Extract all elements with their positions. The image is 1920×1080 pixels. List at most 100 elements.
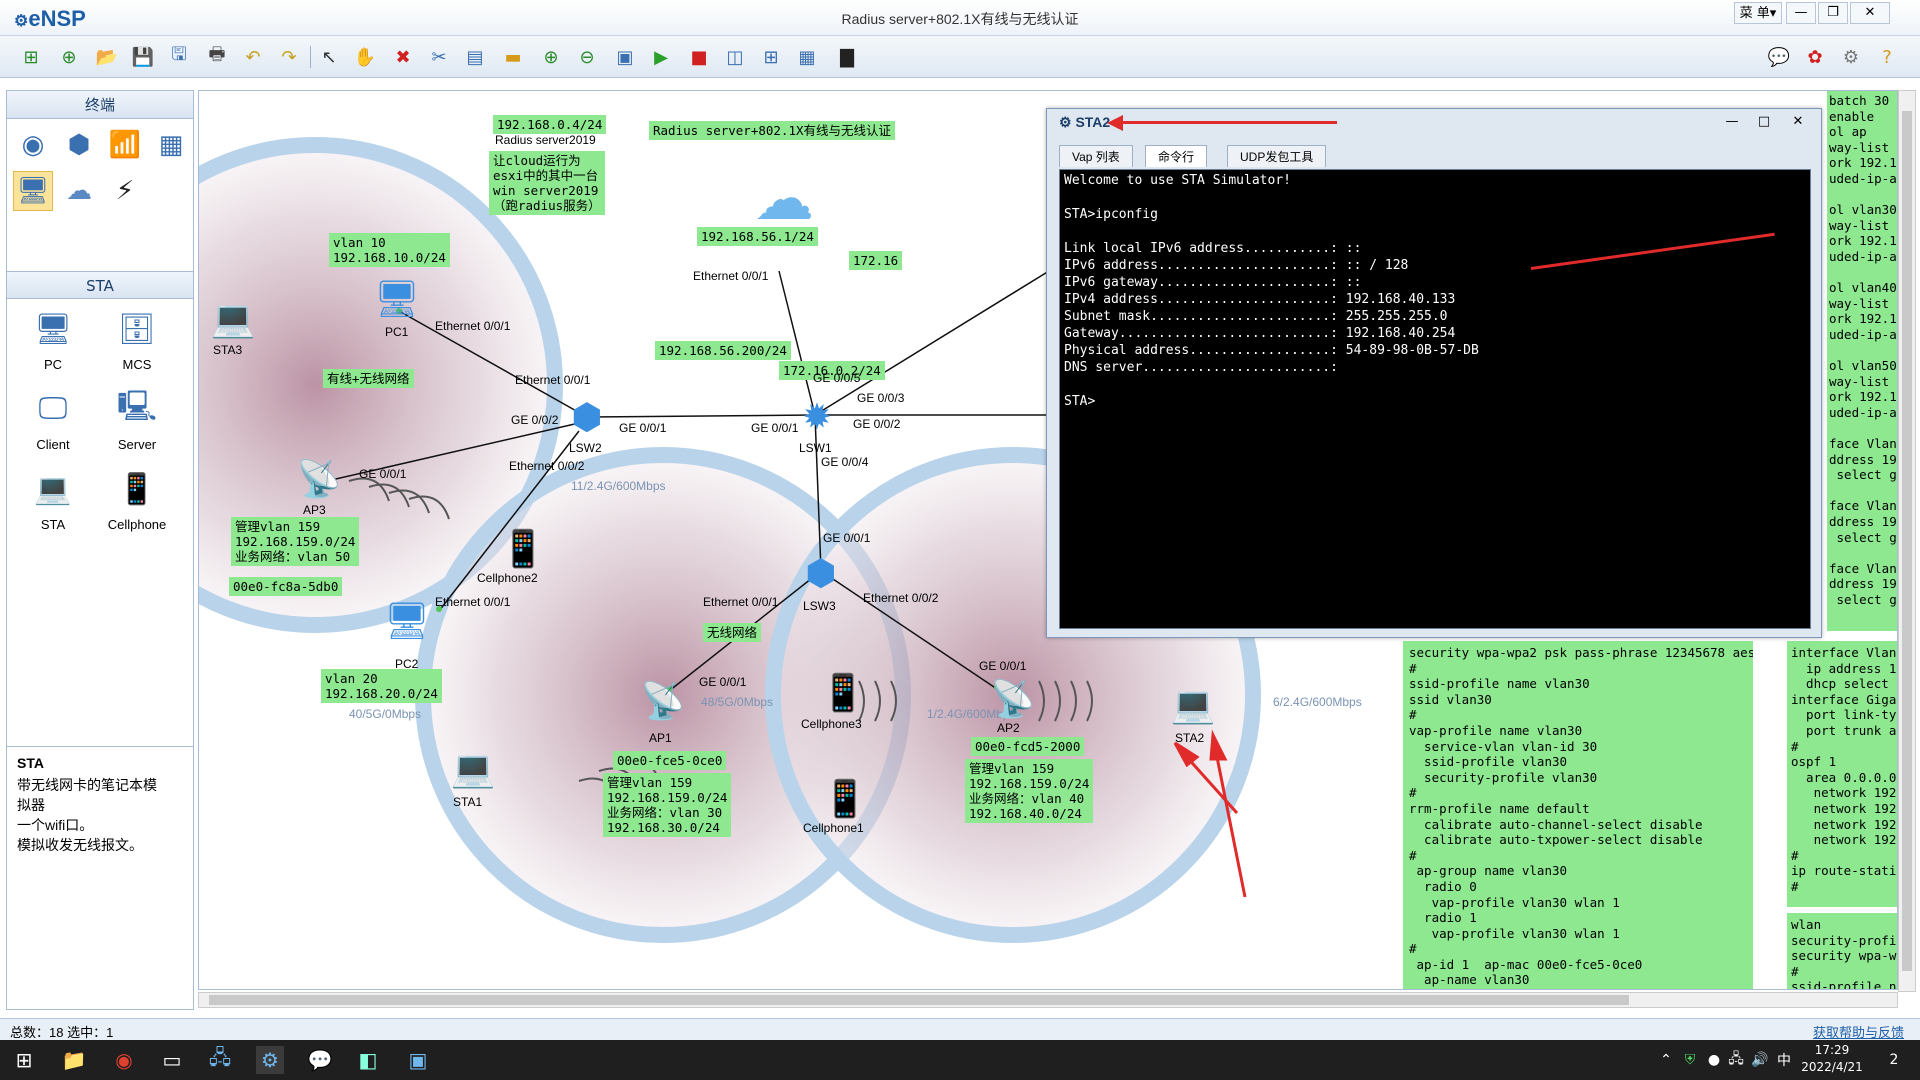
info-title: STA <box>17 755 44 771</box>
port-label: Ethernet 0/0/2 <box>509 459 585 473</box>
text-icon[interactable]: ▤ <box>462 44 488 70</box>
clock[interactable]: 17:29 2022/4/21 <box>1792 1042 1872 1076</box>
ap1-node[interactable]: 📡 <box>635 673 691 729</box>
lsw1-node[interactable]: ✹ <box>789 389 845 445</box>
capture-icon[interactable]: ◫ <box>722 44 748 70</box>
window-app-icon[interactable]: ▣ <box>404 1046 432 1074</box>
zoom-in-icon[interactable]: ⊕ <box>538 44 564 70</box>
terminal-category-icon[interactable]: 🖥 <box>13 171 53 211</box>
node-label: AP3 <box>303 503 326 517</box>
device-server[interactable]: 🖳 Server <box>107 387 167 457</box>
ap3-node[interactable]: 📡 <box>291 451 347 507</box>
windows-start-icon[interactable]: ⊞ <box>10 1046 38 1074</box>
router-category-icon[interactable]: ◉ <box>13 125 53 165</box>
link-category-icon[interactable]: ⚡ <box>105 171 145 211</box>
network-app-icon[interactable]: 🖧 <box>206 1045 234 1074</box>
chat-icon[interactable]: 💬 <box>1766 44 1792 70</box>
restore-button[interactable]: ❐ <box>1818 2 1848 24</box>
sta3-node[interactable]: 💻 <box>205 291 261 347</box>
node-label: STA1 <box>453 795 483 809</box>
sta2-node[interactable]: 💻 <box>1165 677 1221 733</box>
palette-icon[interactable]: ▬ <box>500 44 526 70</box>
save-as-icon[interactable]: 🖫 <box>166 44 192 70</box>
ap3-mac: 00e0-fc8a-5db0 <box>229 577 343 596</box>
ap1-info: 管理vlan 159 192.168.159.0/24 业务网络：vlan 30… <box>603 773 732 837</box>
minimize-button[interactable]: — <box>1786 2 1816 24</box>
ap2-node[interactable]: 📡 <box>985 671 1041 727</box>
title-bar: ⚙eNSP Radius server+802.1X有线与无线认证 菜 单▾ —… <box>0 0 1920 36</box>
horizontal-scrollbar[interactable] <box>198 992 1898 1008</box>
device-client[interactable]: 🖵 Client <box>23 387 83 457</box>
settings-icon[interactable]: ⚙ <box>1838 44 1864 70</box>
device-mcs[interactable]: 🗄 MCS <box>107 307 167 377</box>
sta2-terminal[interactable]: Welcome to use STA Simulator! STA>ipconf… <box>1059 169 1811 629</box>
start-icon[interactable]: ▶ <box>648 44 674 70</box>
node-label: PC2 <box>395 657 419 671</box>
close-button[interactable]: ✕ <box>1850 2 1890 24</box>
vertical-scrollbar[interactable] <box>1898 90 1916 992</box>
save-icon[interactable]: 💾 <box>130 44 156 70</box>
grid-icon[interactable]: ▦ <box>794 44 820 70</box>
delete-link-icon[interactable]: ✂ <box>426 44 452 70</box>
port-label: GE 0/0/3 <box>857 391 905 405</box>
node-label: Cellphone3 <box>801 717 862 731</box>
ensp-taskbar-icon[interactable]: ⚙ <box>256 1046 284 1074</box>
radio-label: 11/2.4G/600Mbps <box>571 479 666 493</box>
notification-icon[interactable]: 2 <box>1880 1046 1908 1074</box>
node-label: AP1 <box>649 731 672 745</box>
cellphone3-node[interactable]: 📱 <box>815 665 871 721</box>
new-icon[interactable]: ⊕ <box>56 44 82 70</box>
cellphone2-node[interactable]: 📱 <box>495 521 551 577</box>
help-feedback-link[interactable]: 获取帮助与反馈 <box>1813 1022 1904 1041</box>
vlan20-label: vlan 20 192.168.20.0/24 <box>321 669 442 703</box>
fit-icon[interactable]: ▣ <box>612 44 638 70</box>
terminal-app-icon[interactable]: ▭ <box>158 1046 186 1074</box>
lsw3-node[interactable]: ⬢ <box>793 545 849 601</box>
cloud-node[interactable]: ☁ <box>739 164 829 234</box>
redo-icon[interactable]: ↷ <box>276 44 302 70</box>
sta2-maximize-button[interactable]: □ <box>1749 112 1779 132</box>
wechat-icon[interactable]: 💬 <box>306 1046 334 1074</box>
print-icon[interactable]: 🖶 <box>204 44 230 70</box>
pc2-node[interactable]: 🖥 <box>379 593 435 649</box>
window-title: Radius server+802.1X有线与无线认证 <box>841 11 1079 27</box>
help-icon[interactable]: ? <box>1874 44 1900 70</box>
menu-button[interactable]: 菜 单▾ <box>1734 2 1782 24</box>
sta1-node[interactable]: 💻 <box>445 741 501 797</box>
zoom-out-icon[interactable]: ⊖ <box>574 44 600 70</box>
select-icon[interactable]: ↖ <box>316 44 342 70</box>
huawei-icon[interactable]: ✿ <box>1802 44 1828 70</box>
port-label: GE 0/0/2 <box>853 417 901 431</box>
port-label: Ethernet 0/0/1 <box>515 373 591 387</box>
app-icon[interactable]: ◧ <box>354 1046 382 1074</box>
pan-icon[interactable]: ✋ <box>352 44 378 70</box>
cellphone1-node[interactable]: 📱 <box>817 771 873 827</box>
tab-udp-tool[interactable]: UDP发包工具 <box>1227 145 1327 167</box>
device-pc[interactable]: 🖥 PC <box>23 307 83 377</box>
device-cellphone[interactable]: 📱 Cellphone <box>107 467 167 537</box>
delete-icon[interactable]: ✖ <box>390 44 416 70</box>
switch-category-icon[interactable]: ⬢ <box>59 125 99 165</box>
node-label: AP2 <box>997 721 1020 735</box>
device-sta[interactable]: 💻 STA <box>23 467 83 537</box>
undo-icon[interactable]: ↶ <box>240 44 266 70</box>
cloud-category-icon[interactable]: ☁ <box>59 171 99 211</box>
terminal-icon[interactable]: ▇ <box>834 44 860 70</box>
lsw2-node[interactable]: ⬢ <box>559 389 615 445</box>
open-icon[interactable]: 📂 <box>94 44 120 70</box>
explorer-icon[interactable]: 📁 <box>60 1046 88 1074</box>
ap3-info: 管理vlan 159 192.168.159.0/24 业务网络：vlan 50 <box>231 517 360 566</box>
pc1-node[interactable]: 🖥 <box>369 271 425 327</box>
sta2-minimize-button[interactable]: — <box>1717 112 1747 132</box>
wlan-category-icon[interactable]: 📶 <box>105 125 145 165</box>
stop-icon[interactable]: ■ <box>686 44 712 70</box>
topology-icon[interactable]: ⊞ <box>758 44 784 70</box>
sta2-window[interactable]: ⚙ STA2 — □ ✕ Vap 列表 命令行 UDP发包工具 Welcome … <box>1046 108 1822 638</box>
ap2-info: 管理vlan 159 192.168.159.0/24 业务网络：vlan 40… <box>965 759 1094 823</box>
tab-vap-list[interactable]: Vap 列表 <box>1059 145 1133 167</box>
firewall-category-icon[interactable]: ▦ <box>151 125 191 165</box>
tab-command-line[interactable]: 命令行 <box>1145 145 1208 167</box>
chrome-icon[interactable]: ◉ <box>110 1046 138 1074</box>
sta2-close-button[interactable]: ✕ <box>1783 112 1813 132</box>
new-topology-icon[interactable]: ⊞ <box>18 44 44 70</box>
